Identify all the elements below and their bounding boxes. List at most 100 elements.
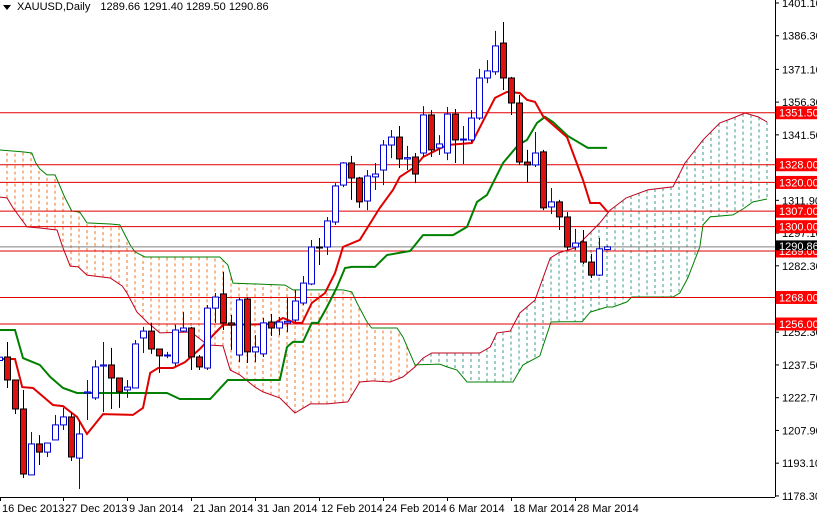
candle (404, 145, 411, 171)
candle-body (4, 356, 11, 381)
candle-body (132, 343, 139, 389)
candle (396, 126, 403, 169)
candle-body (492, 45, 499, 73)
candle-body (596, 248, 603, 276)
candle (356, 176, 363, 208)
candle-body (444, 113, 451, 154)
candle (172, 324, 179, 367)
level-price-label: 1256.00 (779, 319, 817, 331)
candle-body (20, 408, 27, 475)
candle (500, 22, 507, 90)
candle (572, 228, 579, 250)
candle-body (300, 282, 307, 304)
price-chart[interactable]: 1401.101386.301371.101356.301341.501311.… (0, 0, 817, 515)
current-price-label: 1290.86 (779, 241, 817, 253)
candle-body (28, 443, 35, 476)
candle-body (332, 185, 339, 223)
candle-body (84, 391, 91, 394)
candle-body (316, 246, 323, 249)
candle-body (412, 156, 419, 175)
candle-body (324, 220, 331, 248)
candle (44, 442, 51, 457)
candle-body (532, 152, 539, 166)
candle (260, 318, 267, 357)
candle (484, 60, 491, 84)
x-tick-label: 21 Jan 2014 (193, 503, 254, 515)
candle-body (452, 113, 459, 141)
price-axis: 1401.101386.301371.101356.301341.501311.… (0, 0, 817, 515)
candle (4, 341, 11, 388)
candle (428, 110, 435, 157)
candle-body (428, 114, 435, 151)
level-price-label: 1328.00 (779, 160, 817, 172)
candle (492, 30, 499, 75)
candle (180, 312, 187, 332)
candle-body (140, 330, 147, 339)
candle-body (436, 143, 443, 149)
candle (540, 149, 547, 211)
candle-body (340, 162, 347, 186)
y-tick-label: 1371.10 (782, 64, 817, 76)
candle-body (508, 77, 515, 104)
candle-body (548, 201, 555, 208)
candle (284, 297, 291, 332)
candle (0, 356, 3, 362)
candle (236, 297, 243, 363)
candle-body (516, 102, 523, 163)
candle (564, 212, 571, 250)
candle (460, 126, 467, 165)
candle-body (116, 377, 123, 393)
candle-body (388, 136, 395, 146)
candle-body (100, 364, 107, 367)
candle-body (604, 246, 611, 251)
candle-body (460, 138, 467, 141)
level-price-label: 1268.00 (779, 292, 817, 304)
candle (140, 326, 147, 353)
candle-body (196, 356, 203, 368)
candle (420, 106, 427, 157)
candle (220, 272, 227, 330)
candle-body (276, 321, 283, 329)
candle-body (564, 216, 571, 248)
candle (604, 245, 611, 251)
candle (20, 389, 27, 478)
level-price-label: 1300.00 (779, 222, 817, 234)
candle (300, 276, 307, 305)
x-tick-label: 28 Mar 2014 (577, 503, 639, 515)
candle (452, 108, 459, 163)
candle-body (44, 442, 51, 453)
candle (188, 326, 195, 371)
x-tick-label: 6 Mar 2014 (449, 503, 505, 515)
candle (132, 339, 139, 389)
candle-body (356, 177, 363, 203)
candle-body (468, 117, 475, 141)
candle-body (156, 348, 163, 357)
candle (340, 162, 347, 188)
candle (228, 314, 235, 350)
candle-body (228, 322, 235, 326)
candle (252, 335, 259, 363)
candle (52, 414, 59, 441)
candle (388, 129, 395, 159)
y-tick-label: 1207.90 (782, 425, 817, 437)
x-tick-label: 31 Jan 2014 (257, 503, 318, 515)
candle-body (252, 346, 259, 353)
candle-body (348, 162, 355, 179)
candle (348, 155, 355, 200)
time-axis: 16 Dec 2013 27 Dec 2013 9 Jan 2014 21 Jan 2… (0, 497, 639, 515)
candle-body (0, 356, 3, 362)
candle (308, 239, 315, 286)
candle-body (172, 329, 179, 364)
x-tick-label: 12 Feb 2014 (321, 503, 383, 515)
candle-body (396, 136, 403, 160)
candle (36, 435, 43, 465)
candle (84, 379, 91, 421)
candle-body (572, 242, 579, 248)
candle (524, 149, 531, 182)
candle (364, 170, 371, 211)
candle-body (364, 175, 371, 202)
candle (196, 354, 203, 371)
candle (468, 110, 475, 142)
candle-body (540, 151, 547, 209)
candle (556, 199, 563, 230)
